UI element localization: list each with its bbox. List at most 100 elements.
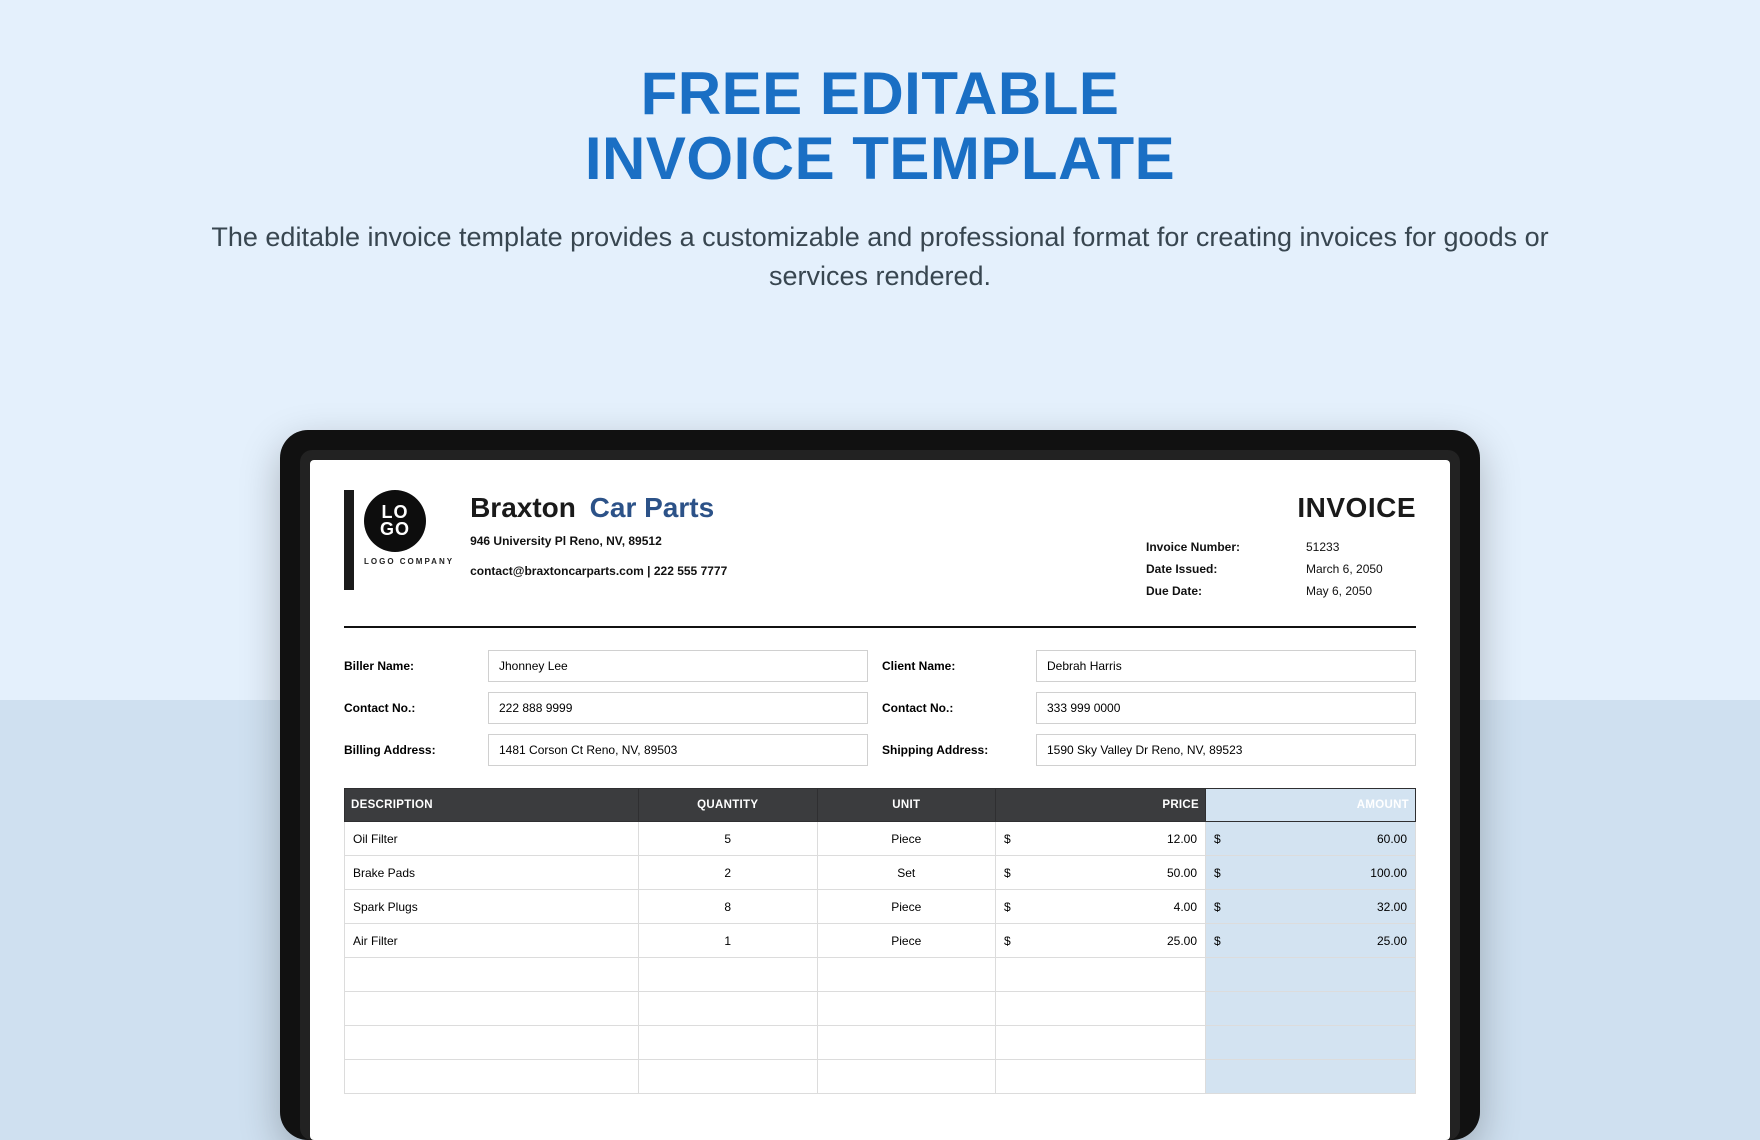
cell-price[interactable]: $4.00 (996, 890, 1206, 924)
logo-column: LO GO LOGO COMPANY (364, 490, 454, 566)
cell-description[interactable]: Air Filter (345, 924, 639, 958)
cell-price[interactable] (996, 992, 1206, 1026)
biller-name-field[interactable]: Jhonney Lee (488, 650, 868, 682)
cell-unit[interactable] (817, 1060, 996, 1094)
invoice-header: LO GO LOGO COMPANY Braxton Car Parts 946… (344, 490, 1416, 606)
company-name-part-2: Car Parts (590, 492, 715, 523)
cell-amount[interactable]: $32.00 (1206, 890, 1416, 924)
meta-value-number: 51233 (1306, 540, 1416, 554)
logo-icon: LO GO (364, 490, 426, 552)
shipping-address-field[interactable]: 1590 Sky Valley Dr Reno, NV, 89523 (1036, 734, 1416, 766)
meta-label-number: Invoice Number: (1146, 540, 1266, 554)
currency-symbol: $ (1214, 900, 1221, 914)
items-header-row: DESCRIPTION QUANTITY UNIT PRICE AMOUNT (345, 789, 1416, 822)
biller-name-label: Biller Name: (344, 659, 474, 673)
meta-row-due: Due Date: May 6, 2050 (1146, 584, 1416, 598)
cell-description[interactable]: Spark Plugs (345, 890, 639, 924)
cell-price[interactable] (996, 1060, 1206, 1094)
table-row: Spark Plugs8Piece$4.00$32.00 (345, 890, 1416, 924)
cell-unit[interactable]: Piece (817, 822, 996, 856)
currency-symbol: $ (1004, 832, 1011, 846)
cell-quantity[interactable]: 2 (639, 856, 818, 890)
invoice-header-right: INVOICE Invoice Number: 51233 Date Issue… (1146, 490, 1416, 606)
company-address: 946 University Pl Reno, NV, 89512 (470, 534, 727, 548)
headline-line-1: FREE EDITABLE (641, 60, 1120, 127)
table-row: Oil Filter5Piece$12.00$60.00 (345, 822, 1416, 856)
currency-symbol: $ (1214, 866, 1221, 880)
col-quantity: QUANTITY (639, 789, 818, 822)
company-contact: contact@braxtoncarparts.com | 222 555 77… (470, 564, 727, 578)
cell-unit[interactable]: Piece (817, 924, 996, 958)
currency-symbol: $ (1004, 866, 1011, 880)
meta-value-due: May 6, 2050 (1306, 584, 1416, 598)
cell-description[interactable] (345, 992, 639, 1026)
client-contact-label: Contact No.: (882, 701, 1022, 715)
cell-unit[interactable] (817, 992, 996, 1026)
cell-description[interactable]: Oil Filter (345, 822, 639, 856)
billing-address-label: Billing Address: (344, 743, 474, 757)
logo-text-bottom: GO (380, 521, 410, 538)
meta-label-due: Due Date: (1146, 584, 1266, 598)
table-row (345, 958, 1416, 992)
cell-unit[interactable]: Set (817, 856, 996, 890)
cell-quantity[interactable]: 5 (639, 822, 818, 856)
cell-price[interactable]: $50.00 (996, 856, 1206, 890)
cell-unit[interactable]: Piece (817, 890, 996, 924)
cell-quantity[interactable]: 1 (639, 924, 818, 958)
table-row: Air Filter1Piece$25.00$25.00 (345, 924, 1416, 958)
page-headline: FREE EDITABLE INVOICE TEMPLATE (0, 0, 1760, 192)
cell-amount[interactable] (1206, 1060, 1416, 1094)
cell-price[interactable]: $25.00 (996, 924, 1206, 958)
header-accent-strip (344, 490, 354, 590)
cell-price[interactable] (996, 1026, 1206, 1060)
cell-quantity[interactable] (639, 958, 818, 992)
cell-quantity[interactable]: 8 (639, 890, 818, 924)
currency-symbol: $ (1214, 934, 1221, 948)
cell-quantity[interactable] (639, 992, 818, 1026)
table-row (345, 1026, 1416, 1060)
logo-subtext: LOGO COMPANY (364, 557, 454, 566)
cell-price[interactable]: $12.00 (996, 822, 1206, 856)
items-body: Oil Filter5Piece$12.00$60.00Brake Pads2S… (345, 822, 1416, 1094)
company-info: Braxton Car Parts 946 University Pl Reno… (470, 490, 727, 578)
cell-description[interactable]: Brake Pads (345, 856, 639, 890)
company-name: Braxton Car Parts (470, 492, 727, 524)
meta-row-issued: Date Issued: March 6, 2050 (1146, 562, 1416, 576)
meta-label-issued: Date Issued: (1146, 562, 1266, 576)
cell-amount[interactable]: $25.00 (1206, 924, 1416, 958)
cell-amount[interactable] (1206, 958, 1416, 992)
cell-unit[interactable] (817, 958, 996, 992)
cell-quantity[interactable] (639, 1026, 818, 1060)
cell-description[interactable] (345, 958, 639, 992)
headline-line-2: INVOICE TEMPLATE (585, 125, 1175, 192)
cell-unit[interactable] (817, 1026, 996, 1060)
col-price: PRICE (996, 789, 1206, 822)
cell-description[interactable] (345, 1060, 639, 1094)
party-details: Biller Name: Jhonney Lee Client Name: De… (344, 650, 1416, 766)
biller-contact-field[interactable]: 222 888 9999 (488, 692, 868, 724)
billing-address-field[interactable]: 1481 Corson Ct Reno, NV, 89503 (488, 734, 868, 766)
currency-symbol: $ (1004, 900, 1011, 914)
client-name-field[interactable]: Debrah Harris (1036, 650, 1416, 682)
cell-amount[interactable] (1206, 992, 1416, 1026)
table-row (345, 1060, 1416, 1094)
cell-amount[interactable]: $100.00 (1206, 856, 1416, 890)
table-row: Brake Pads2Set$50.00$100.00 (345, 856, 1416, 890)
col-amount: AMOUNT (1206, 789, 1416, 822)
invoice-title: INVOICE (1146, 492, 1416, 524)
meta-value-issued: March 6, 2050 (1306, 562, 1416, 576)
cell-price[interactable] (996, 958, 1206, 992)
client-name-label: Client Name: (882, 659, 1022, 673)
table-row (345, 992, 1416, 1026)
invoice-header-left: LO GO LOGO COMPANY Braxton Car Parts 946… (344, 490, 727, 590)
shipping-address-label: Shipping Address: (882, 743, 1022, 757)
client-contact-field[interactable]: 333 999 0000 (1036, 692, 1416, 724)
tablet-frame: LO GO LOGO COMPANY Braxton Car Parts 946… (280, 430, 1480, 1140)
cell-quantity[interactable] (639, 1060, 818, 1094)
cell-description[interactable] (345, 1026, 639, 1060)
items-table: DESCRIPTION QUANTITY UNIT PRICE AMOUNT O… (344, 788, 1416, 1094)
page-subtext: The editable invoice template provides a… (0, 218, 1760, 296)
cell-amount[interactable] (1206, 1026, 1416, 1060)
company-name-part-1: Braxton (470, 492, 576, 523)
cell-amount[interactable]: $60.00 (1206, 822, 1416, 856)
